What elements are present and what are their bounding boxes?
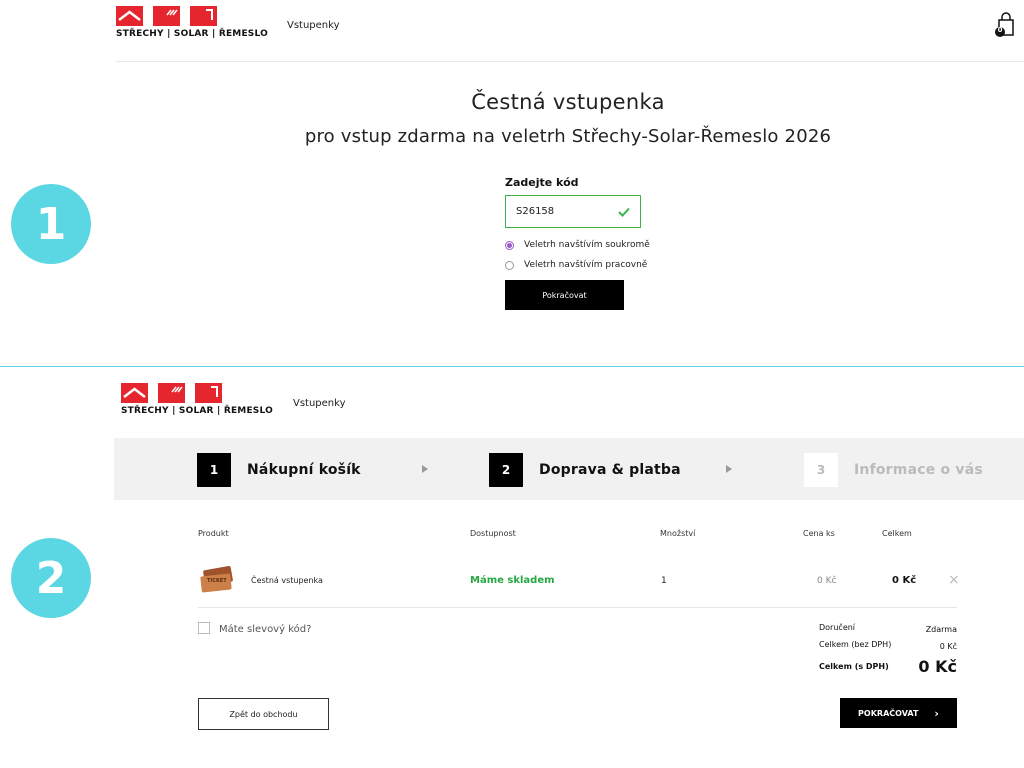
col-quantity: Množství xyxy=(660,529,696,538)
step-badge-2: 2 xyxy=(11,538,91,618)
unit-price-value: 0 Kč xyxy=(817,576,837,586)
col-total: Celkem xyxy=(882,529,912,538)
craft-icon xyxy=(195,383,222,403)
net-total-label: Celkem (bez DPH) xyxy=(819,640,892,649)
logo-icons xyxy=(116,6,268,26)
craft-icon xyxy=(190,6,217,26)
code-value: S26158 xyxy=(516,206,555,217)
cart-count: 0 xyxy=(997,26,1003,34)
page-title: Čestná vstupenka xyxy=(471,90,665,114)
remove-icon[interactable]: × xyxy=(948,572,960,588)
delivery-value: Zdarma xyxy=(925,625,957,634)
radio-work[interactable]: Veletrh navštívím pracovně xyxy=(505,260,647,270)
discount-label[interactable]: Máte slevový kód? xyxy=(219,624,311,635)
col-availability: Dostupnost xyxy=(470,529,516,538)
check-icon xyxy=(618,207,630,217)
page-subtitle: pro vstup zdarma na veletrh Střechy-Sola… xyxy=(304,126,832,147)
step-arrow-icon xyxy=(422,465,428,473)
code-label: Zadejte kód xyxy=(505,176,579,189)
col-unit-price: Cena ks xyxy=(803,529,835,538)
ticket-image: TICKET xyxy=(198,566,234,594)
chevron-right-icon: › xyxy=(934,706,939,720)
row-divider xyxy=(198,607,957,608)
availability-status: Máme skladem xyxy=(470,575,555,586)
step-cart-label: Nákupní košík xyxy=(247,462,361,478)
col-product: Produkt xyxy=(198,529,229,538)
brand-logo[interactable]: STŘECHY | SOLAR | ŘEMESLO xyxy=(116,6,268,39)
nav-link-vstupenky[interactable]: Vstupenky xyxy=(287,20,340,31)
solar-icon xyxy=(153,6,180,26)
brand-logo-2[interactable]: STŘECHY | SOLAR | ŘEMESLO xyxy=(121,383,273,416)
radio-private-indicator[interactable] xyxy=(505,240,514,250)
shopping-bag-icon xyxy=(995,12,1014,37)
gross-total-value: 0 Kč xyxy=(918,657,957,676)
step-info[interactable]: 3 Informace o vás xyxy=(804,453,983,487)
checkout-continue-button[interactable]: POKRAČOVAT › xyxy=(840,698,957,728)
logo-text-2: STŘECHY | SOLAR | ŘEMESLO xyxy=(121,406,273,416)
step-info-number: 3 xyxy=(804,453,838,487)
continue-button[interactable]: Pokračovat xyxy=(505,280,624,310)
cart-button[interactable]: 0 xyxy=(995,12,1017,38)
solar-icon xyxy=(158,383,185,403)
radio-work-label: Veletrh navštívím pracovně xyxy=(524,260,648,270)
quantity-value[interactable]: 1 xyxy=(661,576,667,586)
gross-total-label: Celkem (s DPH) xyxy=(819,662,889,671)
step-cart-number: 1 xyxy=(197,453,231,487)
step-shipping[interactable]: 2 Doprava & platba xyxy=(489,453,681,487)
logo-icons-2 xyxy=(121,383,273,403)
radio-private[interactable]: Veletrh navštívím soukromě xyxy=(505,240,650,250)
delivery-label: Doručení xyxy=(819,623,856,632)
header-divider xyxy=(116,61,1024,62)
radio-private-label: Veletrh navštívím soukromě xyxy=(524,240,650,250)
step-shipping-label: Doprava & platba xyxy=(539,462,681,478)
radio-work-indicator[interactable] xyxy=(505,260,514,270)
step-shipping-number: 2 xyxy=(489,453,523,487)
product-name[interactable]: Čestná vstupenka xyxy=(251,576,323,585)
step-arrow-icon xyxy=(726,465,732,473)
nav-link-vstupenky-2[interactable]: Vstupenky xyxy=(293,398,346,409)
net-total-value: 0 Kč xyxy=(939,642,957,651)
step-badge-1: 1 xyxy=(11,184,91,264)
row-total-value: 0 Kč xyxy=(892,575,917,586)
step-cart[interactable]: 1 Nákupní košík xyxy=(197,453,361,487)
code-input[interactable]: S26158 xyxy=(505,195,641,228)
roof-icon xyxy=(121,383,148,403)
ticket-icon-text: TICKET xyxy=(207,578,227,584)
checkout-continue-label: POKRAČOVAT xyxy=(858,708,919,718)
section-divider xyxy=(0,366,1024,367)
roof-icon xyxy=(116,6,143,26)
logo-text: STŘECHY | SOLAR | ŘEMESLO xyxy=(116,29,268,39)
discount-checkbox[interactable] xyxy=(198,622,210,634)
step-info-label: Informace o vás xyxy=(854,462,983,478)
back-to-shop-button[interactable]: Zpět do obchodu xyxy=(198,698,329,730)
